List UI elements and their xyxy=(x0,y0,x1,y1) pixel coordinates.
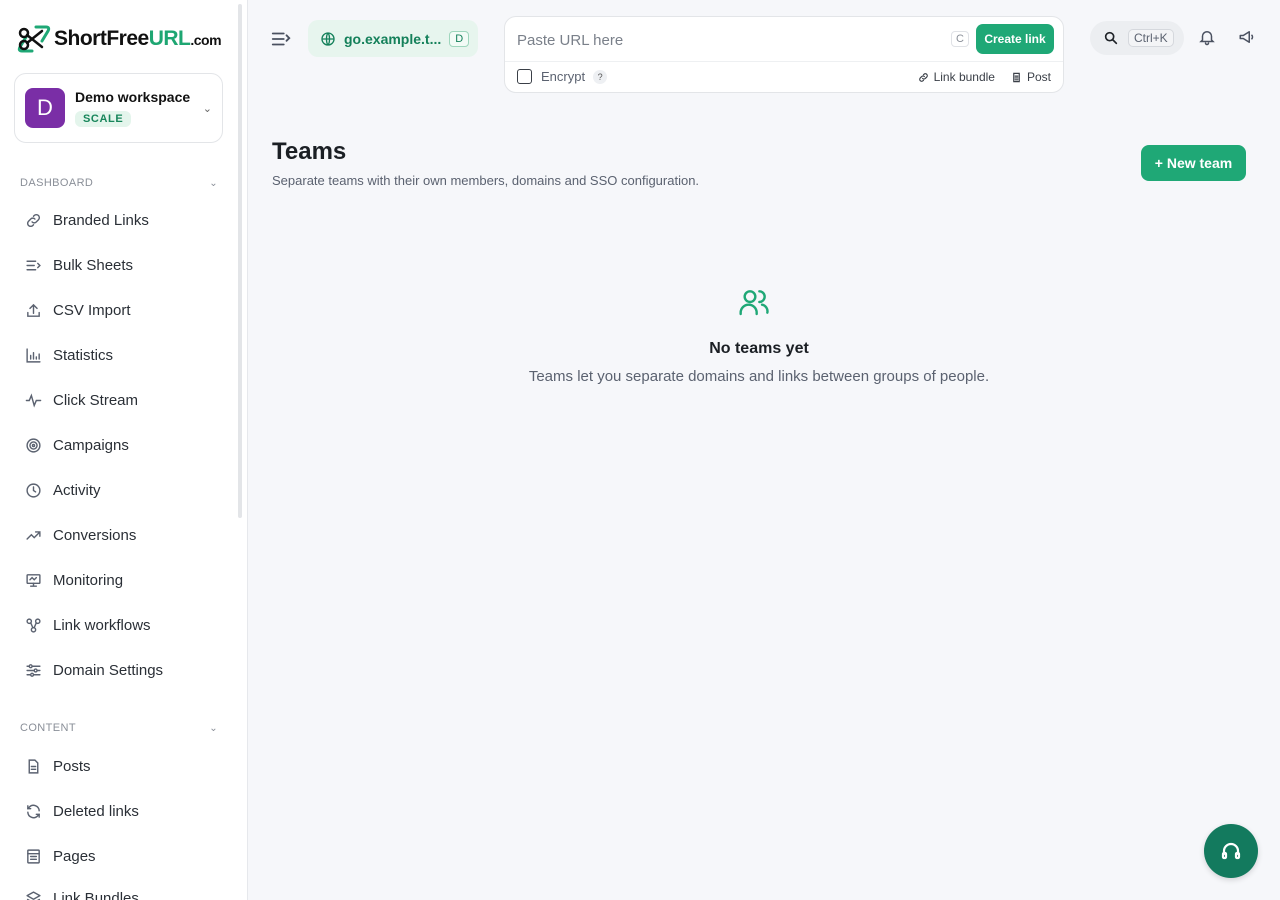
sidebar-item-pages[interactable]: Pages xyxy=(14,836,232,876)
sidebar-item-csv-import[interactable]: CSV Import xyxy=(14,290,232,330)
sidebar-scrollbar[interactable] xyxy=(238,4,242,518)
refresh-icon xyxy=(24,802,42,820)
sidebar-item-domain-settings[interactable]: Domain Settings xyxy=(14,650,232,690)
scissors-link-icon xyxy=(17,25,51,53)
sidebar-item-campaigns[interactable]: Campaigns xyxy=(14,425,232,465)
sidebar-item-posts[interactable]: Posts xyxy=(14,746,232,786)
page-subtitle: Separate teams with their own members, d… xyxy=(272,173,700,188)
support-chat-button[interactable] xyxy=(1204,824,1258,878)
domain-shortcut-badge: D xyxy=(449,30,470,47)
domain-name: go.example.t... xyxy=(344,30,442,47)
search-shortcut-badge: Ctrl+K xyxy=(1128,29,1174,47)
topbar: go.example.t... D C Create link Encrypt … xyxy=(248,0,1280,112)
page-title: Teams xyxy=(272,138,347,165)
sidebar-item-branded-links[interactable]: Branded Links xyxy=(14,200,232,240)
megaphone-icon[interactable] xyxy=(1238,28,1256,46)
plan-badge: SCALE xyxy=(75,111,132,127)
encrypt-checkbox[interactable] xyxy=(517,69,532,84)
encrypt-option: Encrypt ? xyxy=(517,69,608,84)
link-bundle-button[interactable]: Link bundle xyxy=(918,70,995,84)
workflow-icon xyxy=(24,616,42,634)
url-input[interactable] xyxy=(517,29,937,51)
sliders-icon xyxy=(24,661,42,679)
help-icon[interactable]: ? xyxy=(593,69,608,84)
sidebar-item-bulk-sheets[interactable]: Bulk Sheets xyxy=(14,245,232,285)
divider xyxy=(505,61,1063,62)
new-team-button[interactable]: + New team xyxy=(1141,145,1246,181)
sidebar-item-activity[interactable]: Activity xyxy=(14,470,232,510)
sidebar-item-link-bundles[interactable]: Link Bundles xyxy=(14,878,232,900)
file-icon xyxy=(1013,72,1020,82)
list-icon xyxy=(24,256,42,274)
clock-icon xyxy=(24,481,42,499)
create-link-button[interactable]: Create link xyxy=(976,24,1054,54)
search-icon xyxy=(1104,31,1118,45)
users-icon xyxy=(738,286,770,318)
empty-state-title: No teams yet xyxy=(709,340,809,357)
encrypt-label: Encrypt xyxy=(541,69,586,84)
shorten-url-box: C Create link Encrypt ? Link bundle Post xyxy=(504,16,1064,93)
chevron-down-icon: ⌄ xyxy=(202,102,212,115)
sidebar-item-monitoring[interactable]: Monitoring xyxy=(14,560,232,600)
layers-icon xyxy=(24,889,42,900)
workspace-avatar: D xyxy=(25,88,65,128)
sidebar-item-click-stream[interactable]: Click Stream xyxy=(14,380,232,420)
upload-icon xyxy=(24,301,42,319)
globe-icon xyxy=(321,31,335,46)
empty-state-subtitle: Teams let you separate domains and links… xyxy=(528,368,990,385)
sidebar: ShortFreeURL.com D Demo workspace SCALE … xyxy=(0,0,248,900)
link-icon xyxy=(24,211,42,229)
page-icon xyxy=(24,847,42,865)
menu-toggle-icon[interactable] xyxy=(270,28,292,50)
target-icon xyxy=(24,436,42,454)
post-button[interactable]: Post xyxy=(1011,70,1051,84)
monitor-icon xyxy=(24,571,42,589)
workspace-switcher[interactable]: D Demo workspace SCALE ⌄ xyxy=(14,73,223,143)
section-dashboard[interactable]: DASHBOARD ⌄ xyxy=(20,177,218,189)
headset-icon xyxy=(1221,842,1241,860)
search-button[interactable]: Ctrl+K xyxy=(1090,21,1184,55)
sidebar-item-conversions[interactable]: Conversions xyxy=(14,515,232,555)
file-icon xyxy=(24,757,42,775)
link-icon xyxy=(918,72,928,82)
sidebar-item-link-workflows[interactable]: Link workflows xyxy=(14,605,232,645)
workspace-name: Demo workspace xyxy=(75,89,191,105)
section-content[interactable]: CONTENT ⌄ xyxy=(20,722,218,734)
sidebar-item-statistics[interactable]: Statistics xyxy=(14,335,232,375)
bell-icon[interactable] xyxy=(1198,28,1216,46)
activity-icon xyxy=(24,391,42,409)
create-shortcut-badge: C xyxy=(951,31,969,47)
main-content: Teams Separate teams with their own memb… xyxy=(248,112,1280,900)
sidebar-item-deleted-links[interactable]: Deleted links xyxy=(14,791,232,831)
bar-chart-icon xyxy=(24,346,42,364)
chevron-down-icon: ⌄ xyxy=(209,722,218,734)
brand-logo[interactable]: ShortFreeURL.com xyxy=(16,20,222,58)
brand-name: ShortFreeURL.com xyxy=(54,27,222,50)
domain-selector[interactable]: go.example.t... D xyxy=(308,20,478,57)
chevron-down-icon: ⌄ xyxy=(209,177,218,189)
trending-up-icon xyxy=(24,526,42,544)
